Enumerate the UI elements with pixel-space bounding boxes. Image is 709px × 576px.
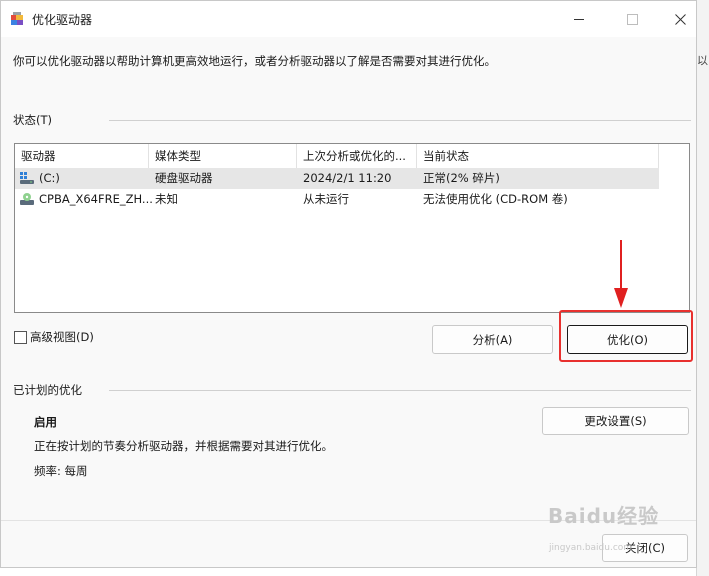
- watermark-url: jingyan.baidu.com: [549, 543, 633, 553]
- minimize-icon: [574, 18, 584, 20]
- hard-drive-icon: [20, 172, 34, 184]
- annotation-arrow-head: [614, 288, 628, 308]
- drive-status: 正常(2% 碎片): [423, 171, 500, 185]
- cd-drive-icon: [20, 193, 34, 205]
- maximize-icon: [626, 13, 638, 25]
- defrag-app-icon: [11, 12, 23, 25]
- scheduled-divider: [109, 390, 691, 391]
- background-partial-text: 以: [697, 54, 708, 67]
- minimize-button[interactable]: [556, 1, 602, 37]
- annotation-arrow: [620, 240, 622, 292]
- status-divider: [109, 120, 691, 121]
- column-header-current-status[interactable]: 当前状态: [417, 144, 659, 168]
- drive-media-type: 未知: [155, 192, 178, 206]
- drives-list[interactable]: 驱动器 媒体类型 上次分析或优化的... 当前状态 (C:) 硬盘驱动器 202…: [14, 143, 690, 313]
- column-header-drive[interactable]: 驱动器: [15, 144, 149, 168]
- advanced-view-toggle[interactable]: 高级视图(D): [14, 329, 94, 345]
- watermark-logo: Baidu经验: [548, 504, 660, 528]
- maximize-button[interactable]: [609, 1, 655, 37]
- advanced-view-label: 高级视图(D): [30, 330, 94, 344]
- drive-media-type: 硬盘驱动器: [155, 171, 213, 185]
- drive-status: 无法使用优化 (CD-ROM 卷): [423, 192, 568, 206]
- column-header-last-run[interactable]: 上次分析或优化的...: [297, 144, 417, 168]
- drive-last-run: 2024/2/1 11:20: [303, 171, 392, 185]
- drive-row[interactable]: CPBA_X64FRE_ZH... 未知 从未运行 无法使用优化 (CD-ROM…: [15, 189, 659, 210]
- close-window-button[interactable]: [657, 1, 703, 37]
- status-section-label: 状态(T): [13, 113, 52, 127]
- annotation-highlight-box: [559, 310, 693, 362]
- schedule-frequency: 频率: 每周: [34, 464, 88, 478]
- drive-row[interactable]: (C:) 硬盘驱动器 2024/2/1 11:20 正常(2% 碎片): [15, 168, 659, 189]
- column-header-media-type[interactable]: 媒体类型: [149, 144, 297, 168]
- optimize-drives-window: 优化驱动器 你可以优化驱动器以帮助计算机更高效地运行，或者分析驱动器以了解是否需…: [0, 0, 697, 568]
- title-bar: 优化驱动器: [1, 1, 696, 37]
- close-icon: [674, 13, 686, 25]
- analyze-button[interactable]: 分析(A): [432, 325, 553, 354]
- drive-name: (C:): [39, 171, 60, 185]
- advanced-view-checkbox[interactable]: [14, 330, 27, 344]
- window-description: 你可以优化驱动器以帮助计算机更高效地运行，或者分析驱动器以了解是否需要对其进行优…: [13, 54, 496, 68]
- drive-name: CPBA_X64FRE_ZH...: [39, 192, 153, 206]
- change-settings-button[interactable]: 更改设置(S): [542, 407, 689, 435]
- schedule-description: 正在按计划的节奏分析驱动器，并根据需要对其进行优化。: [34, 439, 333, 453]
- schedule-state: 启用: [34, 415, 57, 429]
- window-title: 优化驱动器: [32, 13, 93, 27]
- drives-list-header: 驱动器 媒体类型 上次分析或优化的... 当前状态: [15, 144, 659, 168]
- background-window-edge: 以: [696, 0, 709, 576]
- scheduled-section-label: 已计划的优化: [13, 383, 82, 397]
- drive-last-run: 从未运行: [303, 192, 349, 206]
